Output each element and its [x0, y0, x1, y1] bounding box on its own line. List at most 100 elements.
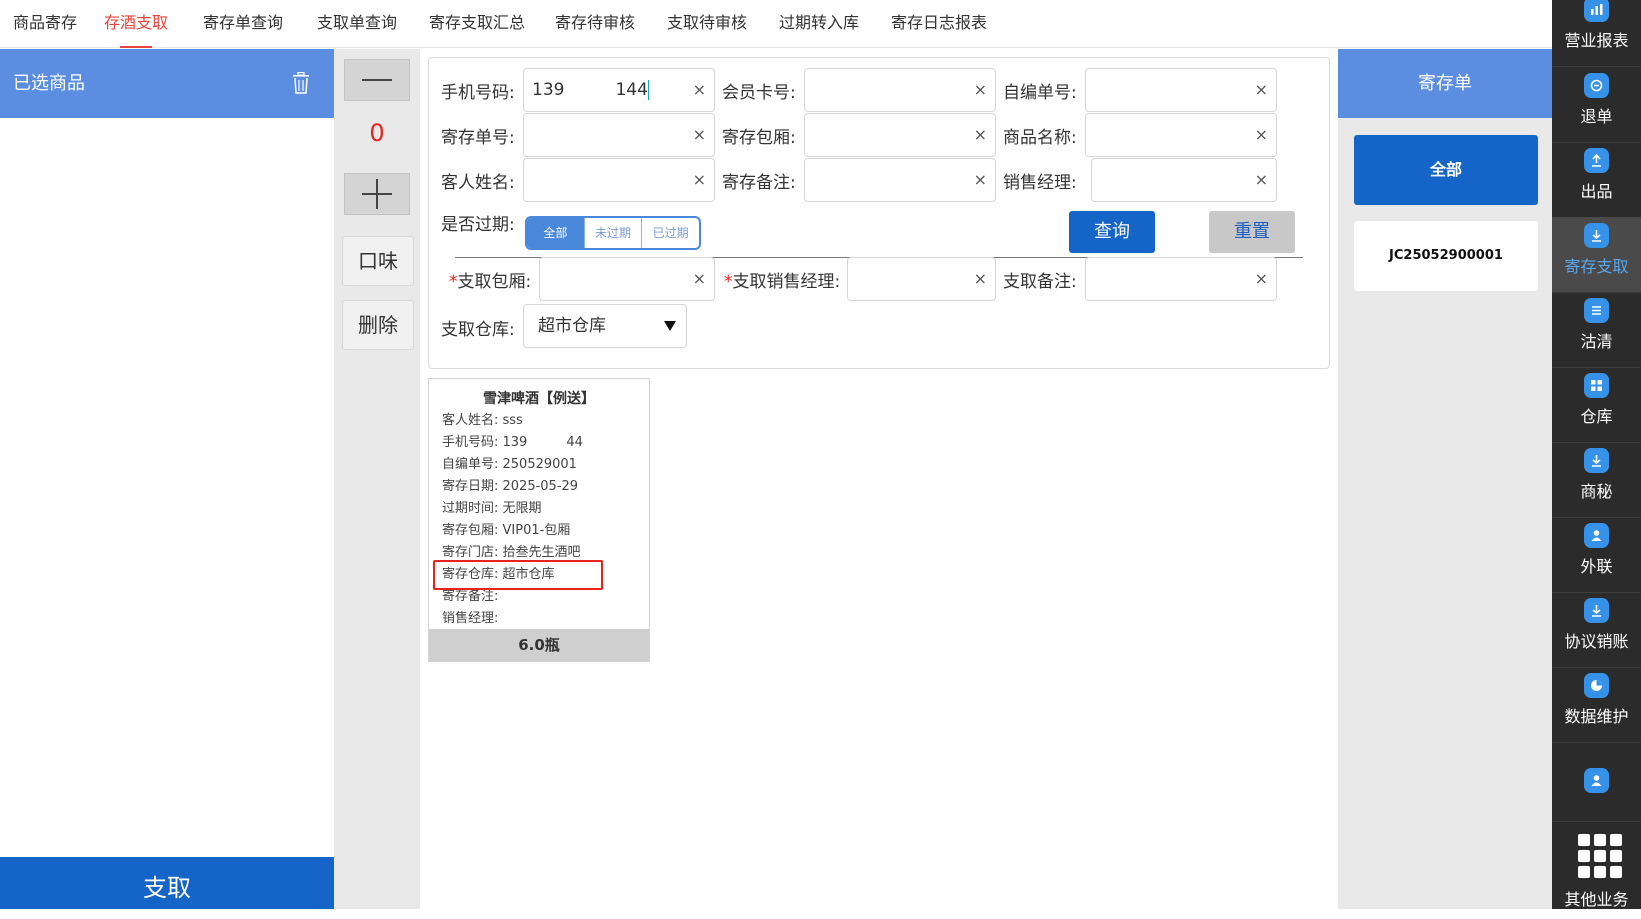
app-sidebar: 营业报表 退单 出品 寄存支取 沽清 仓库 商秘 外联 协议销账 数据维护 其他…	[1552, 0, 1641, 909]
member-card-label: 会员卡号:	[722, 83, 796, 103]
tab-deposit-review[interactable]: 寄存待审核	[555, 0, 635, 48]
user-icon	[1584, 523, 1609, 548]
person-icon	[1584, 768, 1609, 793]
refund-icon	[1584, 73, 1609, 98]
take-manager-input[interactable]: ×	[847, 257, 996, 301]
sidebar-item-business-report[interactable]: 营业报表	[1552, 0, 1641, 67]
self-no-input[interactable]: ×	[1085, 68, 1277, 112]
tab-takeout-query[interactable]: 支取单查询	[317, 0, 397, 48]
sidebar-item-data-maintenance[interactable]: 数据维护	[1552, 667, 1641, 743]
pie-chart-icon	[1584, 673, 1609, 698]
goods-name-label: 商品名称:	[1003, 128, 1077, 148]
sales-manager-input[interactable]: ×	[1091, 158, 1277, 202]
expired-option-expired[interactable]: 已过期	[641, 218, 699, 248]
clear-icon[interactable]: ×	[1255, 159, 1268, 201]
tab-wine-takeout[interactable]: 存酒支取	[104, 0, 168, 48]
sidebar-item-agreement[interactable]: 协议销账	[1552, 592, 1641, 668]
dropdown-arrow-icon	[664, 321, 676, 331]
sidebar-item-dispatch[interactable]: 出品	[1552, 142, 1641, 218]
plus-icon	[362, 179, 392, 209]
guest-name-input[interactable]: ×	[523, 158, 715, 202]
sidebar-item-label: 商秘	[1580, 482, 1613, 501]
quantity-value: 0	[369, 119, 385, 147]
download-icon	[1584, 598, 1609, 623]
take-remark-input[interactable]: ×	[1085, 257, 1277, 301]
expired-option-all[interactable]: 全部	[527, 218, 584, 248]
card-row: 过期时间: 无限期	[442, 501, 542, 516]
clear-icon[interactable]: ×	[1255, 258, 1268, 300]
sidebar-item-refund[interactable]: 退单	[1552, 67, 1641, 143]
flavor-button[interactable]: 口味	[342, 236, 414, 286]
sidebar-item-deposit-takeout[interactable]: 寄存支取	[1552, 217, 1641, 293]
take-room-label: *支取包厢:	[449, 272, 532, 292]
deposit-order-title: 寄存单	[1338, 49, 1552, 118]
clear-icon[interactable]: ×	[693, 69, 706, 111]
deposit-room-input[interactable]: ×	[804, 113, 996, 157]
goods-name-input[interactable]: ×	[1085, 113, 1277, 157]
delete-button[interactable]: 删除	[342, 300, 414, 350]
tab-goods-deposit[interactable]: 商品寄存	[13, 0, 77, 48]
self-no-label: 自编单号:	[1003, 83, 1077, 103]
sidebar-item-warehouse[interactable]: 仓库	[1552, 367, 1641, 443]
quantity-column: 0 口味 删除	[334, 49, 420, 909]
other-business-label[interactable]: 其他业务	[1552, 886, 1641, 910]
decrease-button[interactable]	[344, 59, 410, 101]
download-icon	[1584, 448, 1609, 473]
sidebar-item-secretary[interactable]: 商秘	[1552, 442, 1641, 518]
card-row: 客人姓名: sss	[442, 413, 523, 428]
member-card-input[interactable]: ×	[804, 68, 996, 112]
report-icon	[1584, 0, 1609, 22]
take-manager-label: *支取销售经理:	[724, 272, 841, 292]
take-room-input[interactable]: ×	[539, 257, 715, 301]
tab-expired-stock[interactable]: 过期转入库	[779, 0, 859, 48]
deposit-card[interactable]: 雪津啤酒【例送】 客人姓名: sss 手机号码: 139 44 自编单号: 25…	[428, 378, 650, 662]
deposit-no-label: 寄存单号:	[441, 128, 515, 148]
warehouse-value: 超市仓库	[538, 316, 606, 336]
dispatch-icon	[1584, 148, 1609, 173]
apps-grid-icon[interactable]	[1578, 834, 1622, 878]
warehouse-select[interactable]: 超市仓库	[523, 304, 687, 348]
clear-icon[interactable]: ×	[1255, 69, 1268, 111]
query-button[interactable]: 查询	[1069, 211, 1155, 253]
sidebar-item-label: 出品	[1580, 182, 1613, 201]
clear-icon[interactable]: ×	[1255, 114, 1268, 156]
minus-icon	[362, 79, 392, 81]
card-row: 自编单号: 250529001	[442, 457, 577, 472]
deposit-remark-input[interactable]: ×	[804, 158, 996, 202]
sidebar-item-external[interactable]: 外联	[1552, 517, 1641, 593]
sidebar-item-profile[interactable]	[1552, 742, 1641, 822]
expired-label: 是否过期:	[441, 215, 515, 235]
clear-icon[interactable]: ×	[974, 114, 987, 156]
clear-icon[interactable]: ×	[693, 159, 706, 201]
tab-deposit-query[interactable]: 寄存单查询	[203, 0, 283, 48]
warehouse-icon	[1584, 373, 1609, 398]
sidebar-item-sold-out[interactable]: 沽清	[1552, 292, 1641, 368]
tab-summary[interactable]: 寄存支取汇总	[429, 0, 525, 48]
clear-icon[interactable]: ×	[974, 69, 987, 111]
sidebar-item-label: 协议销账	[1564, 632, 1629, 651]
trash-icon[interactable]	[292, 72, 310, 94]
tab-takeout-review[interactable]: 支取待审核	[667, 0, 747, 48]
phone-input[interactable]: 139 144 ×	[523, 68, 715, 112]
card-row: 销售经理:	[442, 611, 499, 626]
increase-button[interactable]	[344, 173, 410, 215]
deposit-order-panel: 寄存单 全部 JC25052900001	[1338, 49, 1552, 909]
guest-name-label: 客人姓名:	[441, 173, 515, 193]
order-item[interactable]: JC25052900001	[1354, 221, 1538, 291]
card-row: 手机号码: 139 44	[442, 435, 583, 450]
card-quantity: 6.0瓶	[429, 629, 649, 661]
sidebar-item-label: 数据维护	[1564, 707, 1629, 726]
selected-goods-title: 已选商品	[13, 73, 85, 94]
expired-option-valid[interactable]: 未过期	[583, 218, 642, 248]
selected-goods-panel: 已选商品 支取	[0, 49, 334, 909]
clear-icon[interactable]: ×	[974, 258, 987, 300]
reset-button[interactable]: 重置	[1209, 211, 1295, 253]
clear-icon[interactable]: ×	[693, 114, 706, 156]
all-orders-button[interactable]: 全部	[1354, 135, 1538, 205]
expired-filter: 全部 未过期 已过期	[525, 216, 701, 250]
deposit-no-input[interactable]: ×	[523, 113, 715, 157]
clear-icon[interactable]: ×	[693, 258, 706, 300]
tab-log-report[interactable]: 寄存日志报表	[891, 0, 987, 48]
takeout-button[interactable]: 支取	[0, 857, 334, 909]
clear-icon[interactable]: ×	[974, 159, 987, 201]
